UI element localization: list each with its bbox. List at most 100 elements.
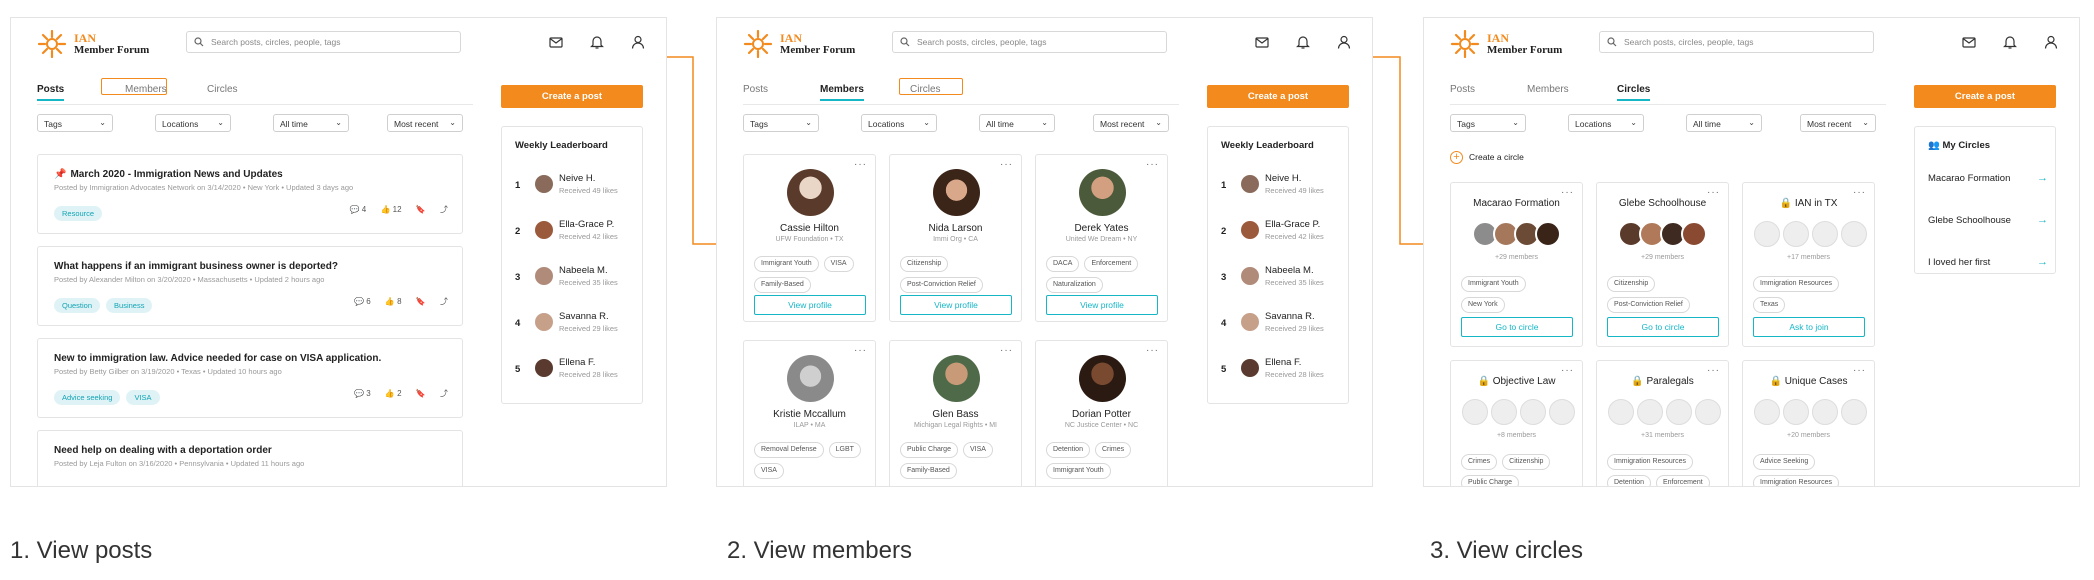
tag-chip[interactable]: Enforcement xyxy=(1084,256,1139,272)
tag-chip[interactable]: Immigrant Youth xyxy=(1461,276,1526,292)
leaderboard-row[interactable]: 5 Ellena F. Received 28 likes xyxy=(515,355,640,385)
comment-icon[interactable]: 💬 4 xyxy=(350,205,367,214)
more-icon[interactable]: ··· xyxy=(1707,187,1720,198)
like-icon[interactable]: 👍 12 xyxy=(380,205,401,214)
leaderboard-row[interactable]: 1 Neive H. Received 49 likes xyxy=(515,171,640,201)
tag-chip[interactable]: Naturalization xyxy=(1046,277,1103,293)
more-icon[interactable]: ··· xyxy=(1146,159,1159,170)
view-profile-button[interactable]: View profile xyxy=(900,295,1012,315)
create-post-button[interactable]: Create a post xyxy=(1914,85,2056,108)
user-icon[interactable] xyxy=(1336,34,1352,50)
mail-icon[interactable] xyxy=(548,34,564,50)
member-card[interactable]: ··· Derek Yates United We Dream • NY DAC… xyxy=(1035,154,1168,322)
logo[interactable]: IAN Member Forum xyxy=(743,28,873,59)
more-icon[interactable]: ··· xyxy=(1000,159,1013,170)
tag-chip[interactable]: Enforcement xyxy=(1655,475,1710,486)
tag-chip[interactable]: Advice seeking xyxy=(54,390,121,405)
bookmark-icon[interactable]: 🔖 xyxy=(416,205,426,214)
create-post-button[interactable]: Create a post xyxy=(1207,85,1349,108)
search-input[interactable]: Search posts, circles, people, tags xyxy=(892,31,1167,53)
leaderboard-row[interactable]: 2 Ella-Grace P. Received 42 likes xyxy=(515,217,640,247)
filter-sort[interactable]: Most recent ⌄ xyxy=(1800,114,1876,132)
tag-chip[interactable]: Immigrant Youth xyxy=(1046,463,1111,479)
tag-chip[interactable]: VISA xyxy=(823,256,854,272)
more-icon[interactable]: ··· xyxy=(1707,365,1720,376)
tab-posts[interactable]: Posts xyxy=(37,84,65,101)
leaderboard-row[interactable]: 3 Nabeela M. Received 35 likes xyxy=(1221,263,1346,293)
more-icon[interactable]: ··· xyxy=(1853,365,1866,376)
filter-time[interactable]: All time ⌄ xyxy=(1686,114,1762,132)
leaderboard-row[interactable]: 3 Nabeela M. Received 35 likes xyxy=(515,263,640,293)
leaderboard-row[interactable]: 4 Savanna R. Received 29 likes xyxy=(1221,309,1346,339)
tab-members[interactable]: Members xyxy=(1527,84,1569,95)
leaderboard-row[interactable]: 2 Ella-Grace P. Received 42 likes xyxy=(1221,217,1346,247)
member-card[interactable]: ··· Kristie Mccallum ILAP • MA Removal D… xyxy=(743,340,876,486)
more-icon[interactable]: ··· xyxy=(1561,365,1574,376)
filter-time[interactable]: All time ⌄ xyxy=(979,114,1055,132)
create-circle-button[interactable]: + Create a circle xyxy=(1450,151,1524,164)
filter-locations[interactable]: Locations ⌄ xyxy=(1568,114,1644,132)
logo[interactable]: IAN Member Forum xyxy=(1450,28,1580,59)
tab-posts[interactable]: Posts xyxy=(1450,84,1475,95)
circle-card[interactable]: ··· 🔒 Objective Law +8 members Crimes Cit… xyxy=(1450,360,1583,486)
bell-icon[interactable] xyxy=(2002,34,2018,50)
member-card[interactable]: ··· Cassie Hilton UFW Foundation • TX Im… xyxy=(743,154,876,322)
more-icon[interactable]: ··· xyxy=(1146,345,1159,356)
tag-chip[interactable]: Advice Seeking xyxy=(1753,454,1816,470)
filter-locations[interactable]: Locations ⌄ xyxy=(155,114,231,132)
filter-sort[interactable]: Most recent ⌄ xyxy=(1093,114,1169,132)
user-icon[interactable] xyxy=(2043,34,2059,50)
filter-sort[interactable]: Most recent ⌄ xyxy=(387,114,463,132)
post-card[interactable]: Need help on dealing with a deportation … xyxy=(37,430,463,486)
share-icon[interactable]: ⤴ xyxy=(440,296,448,307)
my-circle-item[interactable]: Glebe Schoolhouse → xyxy=(1928,214,2048,226)
filter-tags[interactable]: Tags ⌄ xyxy=(37,114,113,132)
tag-chip[interactable]: VISA xyxy=(754,463,784,479)
member-card[interactable]: ··· Dorian Potter NC Justice Center • NC… xyxy=(1035,340,1168,486)
logo[interactable]: IAN Member Forum xyxy=(37,28,167,59)
more-icon[interactable]: ··· xyxy=(854,159,867,170)
mail-icon[interactable] xyxy=(1961,34,1977,50)
view-profile-button[interactable]: View profile xyxy=(754,295,866,315)
tab-members[interactable]: Members xyxy=(820,84,864,101)
comment-icon[interactable]: 💬 3 xyxy=(354,389,371,398)
leaderboard-row[interactable]: 5 Ellena F. Received 28 likes xyxy=(1221,355,1346,385)
share-icon[interactable]: ⤴ xyxy=(440,204,448,215)
tag-chip[interactable]: Question xyxy=(54,298,101,313)
more-icon[interactable]: ··· xyxy=(1561,187,1574,198)
filter-tags[interactable]: Tags ⌄ xyxy=(743,114,819,132)
filter-time[interactable]: All time ⌄ xyxy=(273,114,349,132)
more-icon[interactable]: ··· xyxy=(1853,187,1866,198)
tag-chip[interactable]: Texas xyxy=(1753,297,1786,313)
tag-chip[interactable]: Public Charge xyxy=(1461,475,1519,486)
bell-icon[interactable] xyxy=(589,34,605,50)
create-post-button[interactable]: Create a post xyxy=(501,85,643,108)
bookmark-icon[interactable]: 🔖 xyxy=(416,297,426,306)
share-icon[interactable]: ⤴ xyxy=(440,388,448,399)
tag-chip[interactable]: Family-Based xyxy=(754,277,811,293)
bell-icon[interactable] xyxy=(1295,34,1311,50)
tag-chip[interactable]: Immigration Resources xyxy=(1753,276,1839,292)
tag-chip[interactable]: Family-Based xyxy=(900,463,957,479)
filter-locations[interactable]: Locations ⌄ xyxy=(861,114,937,132)
search-input[interactable]: Search posts, circles, people, tags xyxy=(1599,31,1874,53)
leaderboard-row[interactable]: 4 Savanna R. Received 29 likes xyxy=(515,309,640,339)
tag-chip[interactable]: VISA xyxy=(126,390,160,405)
post-card[interactable]: What happens if an immigrant business ow… xyxy=(37,246,463,326)
tag-chip[interactable]: Citizenship xyxy=(900,256,949,272)
tag-chip[interactable]: Post-Conviction Relief xyxy=(1607,297,1690,313)
tag-chip[interactable]: Crimes xyxy=(1461,454,1498,470)
circle-card[interactable]: ··· 🔒 Paralegals +31 members Immigration… xyxy=(1596,360,1729,486)
circle-card[interactable]: ··· Macarao Formation +29 members Immigr… xyxy=(1450,182,1583,347)
member-card[interactable]: ··· Nida Larson Immi Org • CA Citizenshi… xyxy=(889,154,1022,322)
circle-card[interactable]: ··· 🔒 IAN in TX +17 members Immigration … xyxy=(1742,182,1875,347)
tag-chip[interactable]: Detention xyxy=(1046,442,1090,458)
tab-circles[interactable]: Circles xyxy=(207,84,238,95)
tab-circles[interactable]: Circles xyxy=(1617,84,1651,101)
comment-icon[interactable]: 💬 6 xyxy=(354,297,371,306)
view-profile-button[interactable]: View profile xyxy=(1046,295,1158,315)
bookmark-icon[interactable]: 🔖 xyxy=(416,389,426,398)
leaderboard-row[interactable]: 1 Neive H. Received 49 likes xyxy=(1221,171,1346,201)
tag-chip[interactable]: Resource xyxy=(54,206,103,221)
tag-chip[interactable]: VISA xyxy=(962,442,993,458)
